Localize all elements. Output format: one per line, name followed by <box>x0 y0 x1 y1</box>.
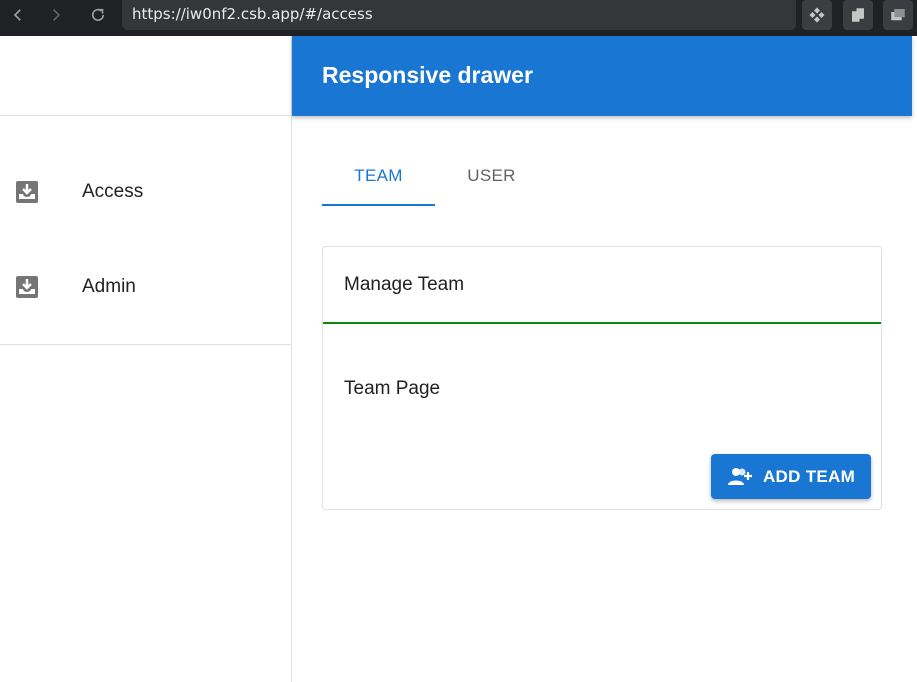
team-card: Manage Team Team Page ADD TEAM <box>322 246 882 510</box>
drawer-list: Access Admin <box>0 116 291 345</box>
forward-button[interactable] <box>41 0 71 30</box>
drawer-item-access[interactable]: Access <box>0 144 291 239</box>
drawer-item-label: Admin <box>82 275 136 297</box>
tab-team[interactable]: TEAM <box>322 146 435 206</box>
inbox-icon <box>15 180 39 204</box>
copy-icon <box>852 8 864 22</box>
page-title: Responsive drawer <box>322 62 533 88</box>
card-content: Team Page <box>344 378 441 399</box>
reload-button[interactable] <box>83 0 113 30</box>
url-input[interactable]: https://iw0nf2.csb.app/#/access <box>122 0 796 30</box>
back-button[interactable] <box>3 0 33 30</box>
side-drawer: Access Admin <box>0 36 292 682</box>
extension-button[interactable] <box>802 0 832 30</box>
drawer-toolbar-spacer <box>0 36 291 116</box>
extension-icon <box>809 7 825 23</box>
tab-user[interactable]: USER <box>435 146 548 206</box>
drawer-item-label: Access <box>82 180 144 202</box>
window-button[interactable] <box>883 0 913 30</box>
back-icon <box>13 9 21 21</box>
browser-toolbar: https://iw0nf2.csb.app/#/access <box>0 0 917 36</box>
card-title: Manage Team <box>323 247 881 324</box>
copy-button[interactable] <box>843 0 873 30</box>
add-team-label: ADD TEAM <box>762 466 856 486</box>
window-icon <box>891 9 905 21</box>
add-team-button[interactable]: ADD TEAM <box>711 454 871 499</box>
forward-icon <box>53 9 61 21</box>
inbox-icon <box>15 275 39 299</box>
group-add-icon <box>727 467 752 485</box>
tab-bar: TEAM USER <box>322 146 548 206</box>
app-bar: Responsive drawer <box>292 36 912 116</box>
reload-icon <box>91 8 105 21</box>
drawer-item-admin[interactable]: Admin <box>0 239 291 334</box>
